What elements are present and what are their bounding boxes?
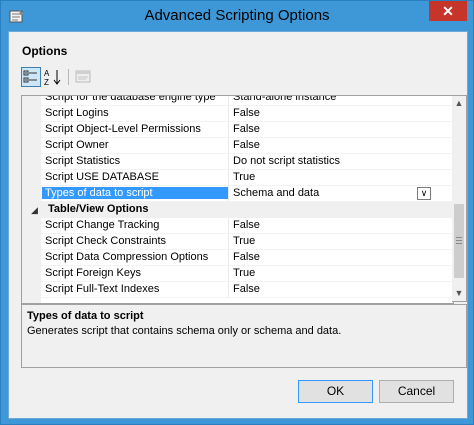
categorized-icon [23,70,37,83]
column-divider [228,106,229,122]
column-divider [228,266,229,282]
property-value[interactable]: True [233,171,433,183]
property-pages-button[interactable] [74,67,94,87]
alphabetical-button[interactable]: A Z [43,67,63,87]
categorized-button[interactable] [21,67,41,87]
property-name: Script for the database engine type [45,95,216,103]
dialog-client-area: Options A Z Script for the database engi… [8,31,468,419]
property-value[interactable]: True [233,235,433,247]
ok-button[interactable]: OK [298,380,373,403]
property-name: Script Object-Level Permissions [45,123,201,135]
grip-line [456,237,462,238]
toolbar-separator [68,69,69,85]
dialog-window: Advanced Scripting Options ✕ Options A Z [0,0,474,425]
grip-line [456,243,462,244]
column-divider [228,170,229,186]
grid-row[interactable]: Script Owner False [22,138,453,154]
cancel-button[interactable]: Cancel [379,380,454,403]
title-bar[interactable]: Advanced Scripting Options ✕ [1,1,473,31]
column-divider [228,154,229,170]
property-name: Script Foreign Keys [45,267,141,279]
grid-row[interactable]: Script Foreign Keys True [22,266,453,282]
svg-text:Z: Z [44,78,49,87]
property-value[interactable]: False [233,283,433,295]
options-heading: Options [22,44,68,58]
grid-row[interactable]: Script Full-Text Indexes False [22,282,453,298]
column-divider [228,234,229,250]
property-name: Script Change Tracking [45,219,160,231]
property-value[interactable]: Schema and data [233,187,433,199]
close-button[interactable]: ✕ [429,1,467,21]
grid-row[interactable]: Script USE DATABASE True [22,170,453,186]
grid-row[interactable]: Script Logins False [22,106,453,122]
property-grid[interactable]: Script for the database engine type Stan… [21,95,454,304]
property-value[interactable]: True [233,267,433,279]
grid-row[interactable]: Script Change Tracking False [22,218,453,234]
row-divider [41,297,453,298]
grid-row-selected[interactable]: Types of data to script Schema and data … [22,186,453,202]
scroll-down-icon[interactable]: ▼ [452,286,466,301]
description-title: Types of data to script [27,310,144,322]
property-name: Types of data to script [42,187,229,199]
grid-row[interactable]: Script Object-Level Permissions False [22,122,453,138]
scroll-up-icon[interactable]: ▲ [452,96,466,111]
grid-row[interactable]: Script for the database engine type Stan… [22,95,453,106]
column-divider [228,218,229,234]
column-divider [228,138,229,154]
column-divider [228,250,229,266]
property-value[interactable]: False [233,219,433,231]
grip-line [456,240,462,241]
grid-row[interactable]: Script Statistics Do not script statisti… [22,154,453,170]
property-name: Script USE DATABASE [45,171,159,183]
property-value[interactable]: False [233,251,433,263]
collapse-toggle-icon[interactable]: ◢ [31,205,38,216]
property-value[interactable]: False [233,123,433,135]
property-pages-icon [75,70,91,83]
column-divider [228,282,229,298]
grid-scrollbar[interactable]: ▲ ▼ [452,95,467,302]
property-name: Script Owner [45,139,109,151]
description-panel: Types of data to script Generates script… [21,304,467,368]
property-name: Script Check Constraints [45,235,167,247]
property-value[interactable]: Stand-alone instance [233,96,433,103]
property-name: Script Full-Text Indexes [45,283,160,295]
property-value[interactable]: False [233,139,433,151]
window-title: Advanced Scripting Options [144,7,330,24]
column-divider [228,122,229,138]
grid-category-row[interactable]: ◢ Table/View Options [22,202,453,218]
column-divider [228,186,229,202]
grid-row[interactable]: Script Data Compression Options False [22,250,453,266]
alphabetical-sort-icon: A Z [44,69,61,87]
property-name: Script Logins [45,107,109,119]
grid-row[interactable]: Script Check Constraints True [22,234,453,250]
property-name: Script Statistics [45,155,121,167]
category-name: Table/View Options [48,203,149,215]
scroll-thumb[interactable] [454,204,464,278]
property-value[interactable]: Do not script statistics [233,155,433,167]
svg-text:A: A [44,69,50,78]
property-name: Script Data Compression Options [45,251,209,263]
property-toolbar: A Z [21,67,467,89]
description-text: Generates script that contains schema on… [27,325,342,337]
property-value[interactable]: False [233,107,433,119]
value-dropdown-button[interactable]: ∨ [417,187,431,200]
